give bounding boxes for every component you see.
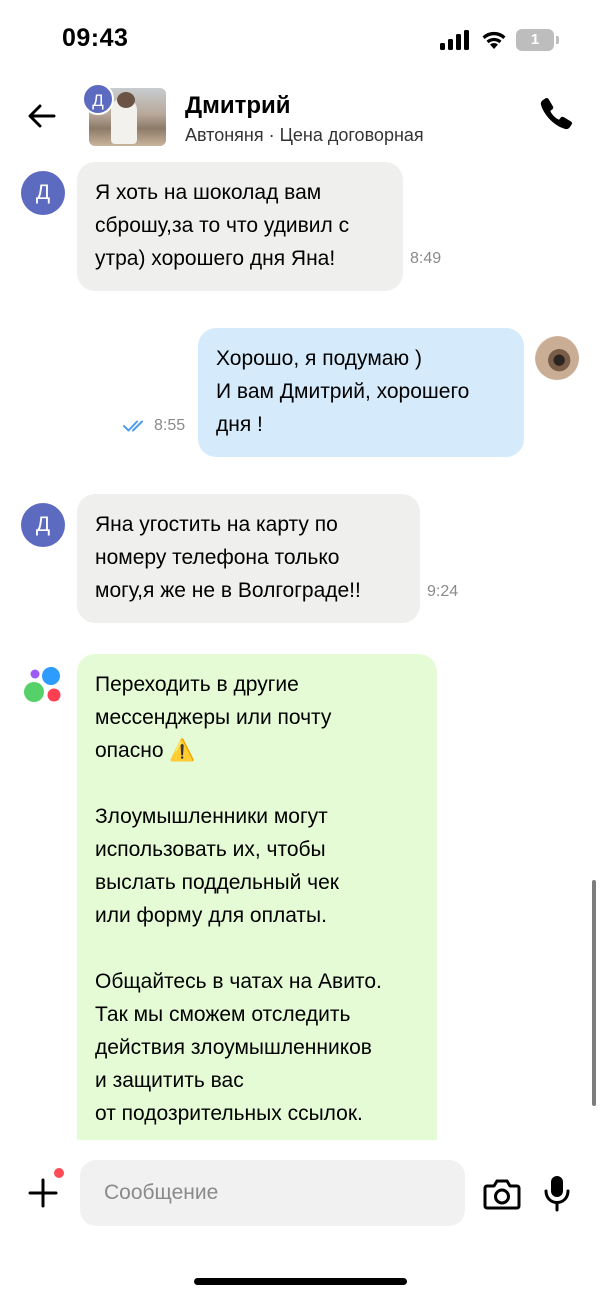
message-input[interactable] (80, 1160, 465, 1226)
read-double-check-icon (123, 420, 143, 432)
warning-text-line: и защитить вас (95, 1069, 244, 1092)
system-warning-bubble: Переходить в другие мессенджеры или почт… (77, 654, 437, 1140)
message-time: 9:24 (427, 583, 459, 600)
warning-text-line: Общайтесь в чатах на Авито. (95, 970, 382, 993)
message-text-line: Хорошо, я подумаю ) (216, 347, 423, 370)
back-arrow-icon[interactable] (26, 100, 58, 132)
message-text-line: могу,я же не в Волгограде!! (95, 579, 361, 602)
camera-icon[interactable] (483, 1178, 521, 1210)
incoming-message-bubble[interactable]: Я хоть на шоколад вам сброшу,за то что у… (77, 162, 403, 291)
phone-call-icon[interactable] (538, 96, 574, 132)
listing-subtitle[interactable]: Автоняня · Цена договорная (185, 125, 424, 146)
chat-scrollbar[interactable] (592, 880, 596, 1106)
home-indicator[interactable] (194, 1278, 407, 1285)
warning-text-line: Переходить в другие (95, 673, 299, 696)
message-text-line: Я хоть на шоколад вам (95, 181, 322, 204)
contact-name[interactable]: Дмитрий (185, 92, 291, 120)
notification-dot (52, 1166, 66, 1180)
battery-icon: 1 (516, 29, 560, 51)
attach-plus-icon[interactable] (28, 1178, 58, 1208)
warning-text-line: опасно ⚠️ (95, 739, 196, 762)
sender-avatar[interactable]: Д (21, 171, 65, 215)
outgoing-message-bubble[interactable]: Хорошо, я подумаю ) И вам Дмитрий, хорош… (198, 328, 524, 457)
message-text-line: И вам Дмитрий, хорошего (216, 380, 470, 403)
message-time: 8:49 (410, 250, 442, 267)
cellular-signal-icon (440, 30, 469, 50)
contact-avatar[interactable]: Д (82, 83, 114, 115)
message-text-line: номеру телефона только (95, 546, 340, 569)
message-text-line: утра) хорошего дня Яна! (95, 247, 336, 270)
message-text-line: дня ! (216, 413, 263, 436)
message-text-line: Яна угостить на карту по (95, 513, 338, 536)
my-avatar[interactable] (535, 336, 579, 380)
sender-avatar[interactable]: Д (21, 503, 65, 547)
warning-text-line: действия злоумышленников (95, 1036, 372, 1059)
warning-text-line: Злоумышленники могут (95, 805, 328, 828)
avito-logo-icon (24, 667, 61, 702)
status-time: 09:43 (62, 24, 129, 52)
wifi-icon (482, 31, 506, 49)
chat-header: Д Дмитрий Автоняня · Цена договорная (0, 80, 600, 160)
message-composer (0, 1140, 600, 1250)
warning-text-line: Так мы сможем отследить (95, 1003, 351, 1026)
battery-level: 1 (516, 29, 554, 51)
warning-text-line: выслать поддельный чек (95, 871, 339, 894)
warning-text-line: или форму для оплаты. (95, 904, 327, 927)
warning-text-line: мессенджеры или почту (95, 706, 332, 729)
microphone-icon[interactable] (543, 1174, 571, 1212)
status-bar: 09:43 1 (0, 0, 600, 80)
incoming-message-bubble[interactable]: Яна угостить на карту по номеру телефона… (77, 494, 420, 623)
chat-messages[interactable]: Д Я хоть на шоколад вам сброшу,за то что… (0, 160, 600, 1140)
message-text-line: сброшу,за то что удивил с (95, 214, 350, 237)
message-time: 8:55 (154, 417, 186, 434)
warning-text-line: от подозрительных ссылок. (95, 1102, 363, 1125)
warning-text-line: использовать их, чтобы (95, 838, 326, 861)
